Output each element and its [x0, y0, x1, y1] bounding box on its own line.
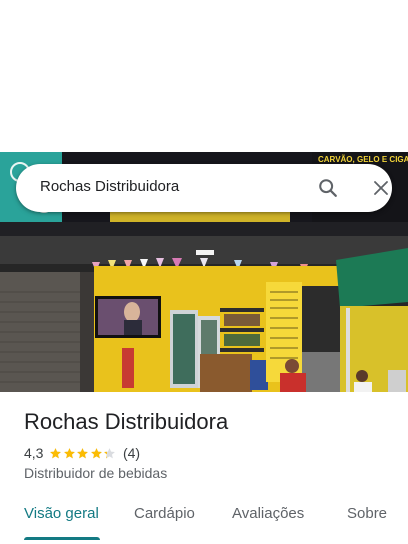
star-icon [50, 447, 62, 458]
search-icon [319, 179, 337, 197]
active-tab-indicator [24, 537, 100, 540]
map-blank-area [0, 0, 408, 152]
search-input[interactable]: Rochas Distribuidora [40, 178, 179, 195]
sign-text: CARVÃO, GELO E CIGARROS [318, 155, 408, 164]
place-title: Rochas Distribuidora [24, 409, 229, 434]
rating-value: 4,3 [24, 445, 44, 461]
tab-reviews[interactable]: Avaliações [232, 505, 304, 522]
star-icon [91, 447, 102, 458]
star-rating [49, 447, 117, 460]
place-info-panel: Rochas Distribuidora 4,3 (4) Distribuido… [0, 392, 408, 544]
tab-menu[interactable]: Cardápio [134, 505, 195, 522]
search-button[interactable] [314, 174, 342, 202]
search-bar[interactable]: Rochas Distribuidora [16, 164, 392, 212]
star-icon [64, 447, 75, 458]
star-icon [77, 447, 89, 458]
star-icon [104, 447, 116, 458]
tab-about[interactable]: Sobre [347, 505, 387, 522]
clear-search-button[interactable] [367, 174, 395, 202]
rating-row[interactable]: 4,3 (4) [24, 444, 140, 462]
place-tabs: Visão geral Cardápio Avaliações Sobre [0, 498, 408, 544]
place-category: Distribuidor de bebidas [24, 465, 168, 481]
close-icon [374, 181, 388, 195]
tab-overview[interactable]: Visão geral [24, 505, 99, 522]
review-count[interactable]: (4) [123, 445, 140, 461]
